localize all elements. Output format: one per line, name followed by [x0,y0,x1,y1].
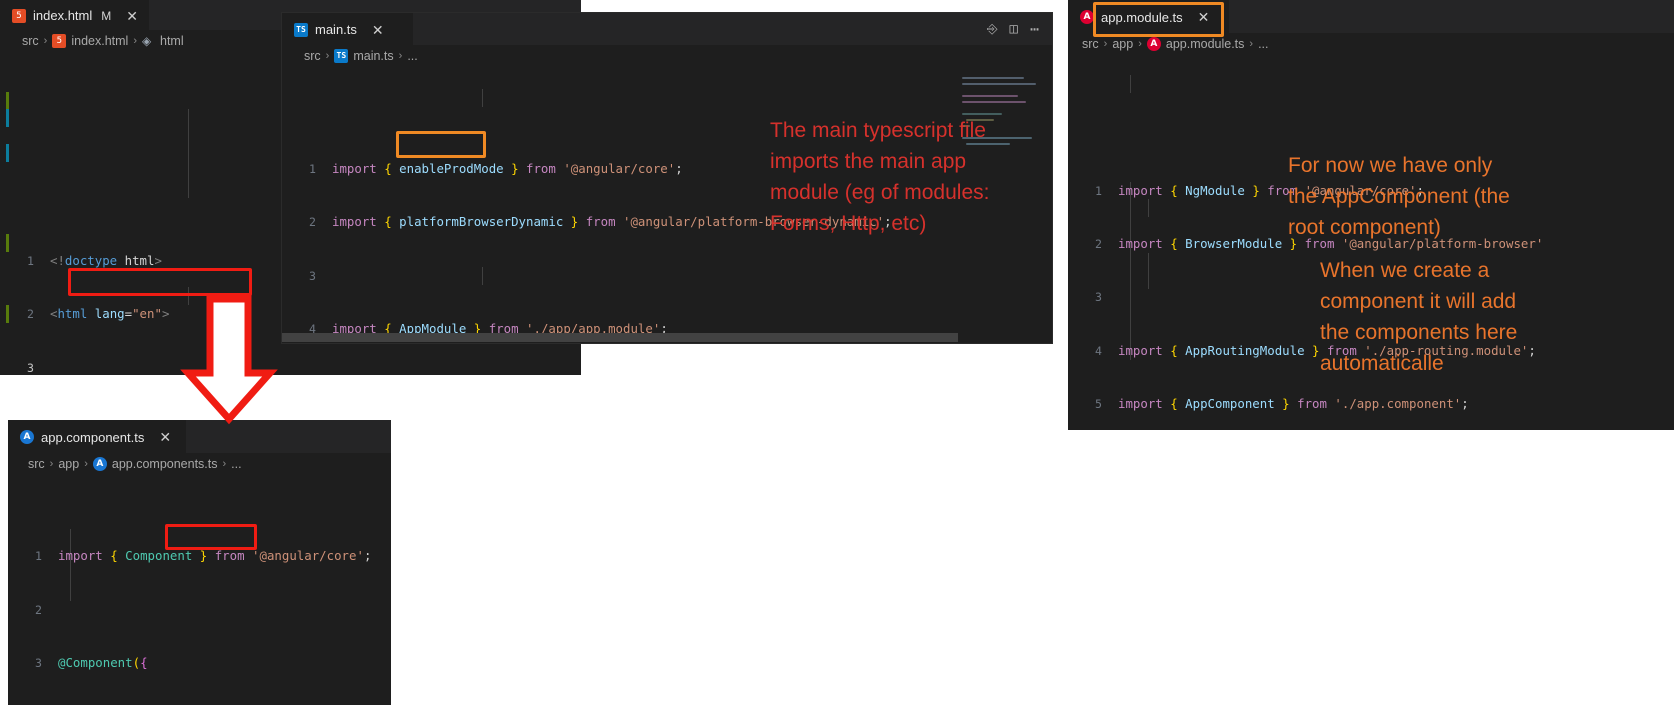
code-line: 3 [0,359,581,375]
angular-file-icon: A [92,457,107,471]
code-line: 2 [8,601,391,619]
angular-file-icon: A [20,430,34,444]
html-file-icon: 5 [12,8,26,23]
breadcrumb-item-more[interactable]: ... [1258,37,1268,51]
close-icon[interactable]: ✕ [372,23,384,37]
chevron-right-icon: › [49,458,54,470]
line-number: 1 [27,253,34,268]
breadcrumb-item-src[interactable]: src [28,457,45,471]
ts-file-icon: TS [294,22,308,37]
tab-index-html[interactable]: 5 index.html M ✕ [0,0,149,30]
close-icon[interactable]: ✕ [159,430,171,444]
code-line: 5 import { AppComponent } from './app.com… [1068,395,1674,413]
tab-title: main.ts [315,22,357,37]
line-number: 2 [309,215,316,230]
angular-file-icon: A [1080,10,1094,24]
breadcrumb-item-src[interactable]: src [304,49,321,63]
breadcrumb-app-component-ts: src › app › A app.components.ts › ... [8,453,391,475]
line-number: 4 [1095,343,1102,358]
tab-title: index.html [33,8,93,23]
line-number: 1 [309,161,316,176]
line-number: 2 [35,602,42,617]
line-number: 1 [1095,183,1102,198]
breadcrumb-item-more[interactable]: ... [407,49,417,63]
tab-app-module-ts[interactable]: A app.module.ts ✕ [1068,0,1229,33]
line-number: 3 [35,655,42,670]
chevron-right-icon: › [1249,38,1254,50]
horizontal-scrollbar[interactable] [282,333,958,342]
breadcrumb-main-ts: src › TS main.ts › ... [282,45,1052,67]
line-number: 2 [1095,236,1102,251]
code-area-app-component-ts[interactable]: 1 import { Component } from '@angular/cor… [8,476,391,705]
breadcrumb-item-src[interactable]: src [22,34,39,48]
source-control-icon[interactable]: ⎆ [987,22,997,37]
symbol-cube-icon: ◈ [142,33,152,48]
chevron-right-icon: › [1103,38,1108,50]
chevron-right-icon: › [84,458,88,470]
code-line: 1 import { Component } from '@angular/cor… [8,547,391,565]
breadcrumb-item-file[interactable]: app.components.ts [112,457,218,471]
angular-file-icon: A [1146,37,1161,51]
chevron-right-icon: › [222,458,227,470]
tab-title: app.component.ts [41,429,145,445]
tabbar-main-ts: TS main.ts ✕ ⎆ ◫ ⋯ [282,13,1052,45]
tabbar-app-module-ts: A app.module.ts ✕ [1068,0,1674,33]
line-number: 2 [27,307,34,322]
chevron-right-icon: › [133,35,137,47]
tab-app-component-ts[interactable]: A app.component.ts ✕ [8,420,186,453]
line-number: 3 [309,268,316,283]
chevron-right-icon: › [43,35,48,47]
breadcrumb-item-symbol[interactable]: html [160,34,184,48]
chevron-right-icon: › [1138,38,1142,50]
line-number: 5 [1095,397,1102,412]
tab-main-ts[interactable]: TS main.ts ✕ [282,13,413,45]
editor-actions: ⎆ ◫ ⋯ [975,13,1052,45]
tab-title: app.module.ts [1101,9,1183,25]
chevron-right-icon: › [398,50,403,62]
code-line: 3 @Component({ [8,654,391,672]
more-actions-icon[interactable]: ⋯ [1030,20,1040,38]
breadcrumb-item-file[interactable]: main.ts [353,49,393,63]
breadcrumb-item-src[interactable]: src [1082,37,1099,51]
chevron-right-icon: › [325,50,330,62]
annotation-app-module-1: For now we have only the AppComponent (t… [1288,154,1510,239]
breadcrumb-item-file[interactable]: index.html [71,34,128,48]
tab-dirty-indicator: M [101,8,112,23]
breadcrumb-item-app[interactable]: app [58,457,79,471]
line-number: 3 [27,360,34,375]
annotation-app-module-2: When we create a component it will add t… [1320,259,1518,375]
breadcrumb-app-module-ts: src › app › A app.module.ts › ... [1068,33,1674,55]
split-editor-icon[interactable]: ◫ [1010,21,1018,37]
breadcrumb-item-file[interactable]: app.module.ts [1166,37,1245,51]
tabbar-filler [1229,0,1674,33]
close-icon[interactable]: ✕ [126,9,138,23]
line-number: 1 [35,549,42,564]
breadcrumb-item-app[interactable]: app [1112,37,1133,51]
html-file-icon: 5 [52,34,67,48]
ts-file-icon: TS [334,49,349,63]
tabbar-filler [413,13,976,45]
tabbar-filler [186,420,391,453]
annotation-main-ts: The main typescript file imports the mai… [770,119,990,235]
editor-panel-app-component-ts: A app.component.ts ✕ src › app › A app.c… [8,420,391,705]
code-line: 3 [282,267,1052,285]
breadcrumb-item-more[interactable]: ... [231,457,241,471]
line-number: 3 [1095,290,1102,305]
close-icon[interactable]: ✕ [1198,10,1210,24]
tabbar-app-component-ts: A app.component.ts ✕ [8,420,391,453]
